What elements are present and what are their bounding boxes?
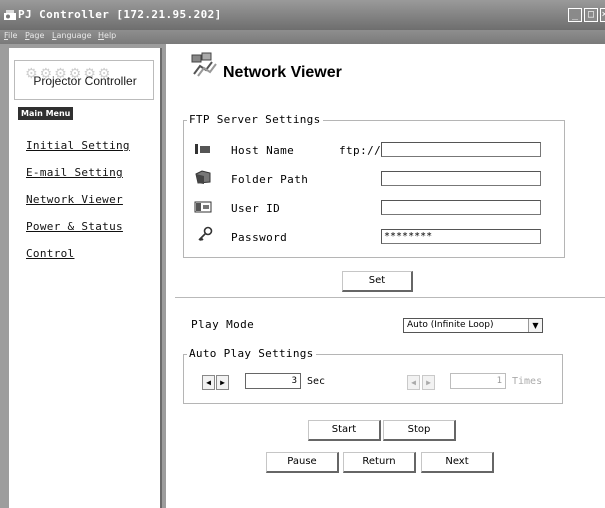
ftp-server-settings-legend: FTP Server Settings <box>187 113 323 126</box>
auto-play-settings-group <box>183 354 563 404</box>
times-increase-icon[interactable]: ▶ <box>422 375 435 390</box>
network-viewer-icon <box>191 52 217 77</box>
return-button[interactable]: Return <box>343 452 416 473</box>
password-label: Password <box>231 231 288 244</box>
user-id-label: User ID <box>231 202 281 215</box>
interval-increase-icon[interactable]: ▶ <box>216 375 229 390</box>
start-button[interactable]: Start <box>308 420 381 441</box>
folder-icon <box>195 170 211 184</box>
key-icon <box>198 226 213 242</box>
play-mode-label: Play Mode <box>191 318 255 331</box>
pause-button[interactable]: Pause <box>266 452 339 473</box>
menu-language[interactable]: Language <box>52 31 92 40</box>
times-decrease-icon[interactable]: ◀ <box>407 375 420 390</box>
user-id-input[interactable] <box>381 200 541 215</box>
window-title: PJ Controller [172.21.95.202] <box>18 8 222 21</box>
auto-play-settings-legend: Auto Play Settings <box>187 347 316 360</box>
user-id-icon <box>194 201 212 213</box>
sidebar: ⚙⚙⚙⚙⚙⚙ Projector Controller Main Menu In… <box>9 48 162 508</box>
section-divider <box>175 297 605 298</box>
menu-bar: File Page Language Help <box>0 30 605 44</box>
host-icon <box>195 144 210 154</box>
set-button[interactable]: Set <box>342 271 413 292</box>
sidebar-item-network-viewer[interactable]: Network Viewer <box>26 193 123 206</box>
menu-file[interactable]: File <box>4 31 17 40</box>
logo-text: Projector Controller <box>33 74 137 88</box>
chevron-down-icon[interactable]: ▼ <box>528 319 542 332</box>
sidebar-item-control[interactable]: Control <box>26 247 74 260</box>
times-unit-label: Times <box>512 376 543 387</box>
folder-path-label: Folder Path <box>231 173 309 186</box>
menu-help[interactable]: Help <box>98 31 116 40</box>
minimize-icon[interactable]: _ <box>568 8 582 22</box>
times-count-input[interactable]: 1 <box>450 373 506 389</box>
stop-button[interactable]: Stop <box>383 420 456 441</box>
host-name-label: Host Name <box>231 144 295 157</box>
play-mode-value: Auto (Infinite Loop) <box>407 320 494 330</box>
seconds-unit-label: Sec <box>307 376 326 387</box>
page-title: Network Viewer <box>223 64 342 81</box>
sidebar-item-initial-setting[interactable]: Initial Setting <box>26 139 130 152</box>
password-input[interactable]: ******** <box>381 229 541 244</box>
title-bar: PJ Controller [172.21.95.202] _ □ × <box>0 0 605 30</box>
host-name-input[interactable] <box>381 142 541 157</box>
projector-app-icon <box>4 10 16 20</box>
main-menu-badge: Main Menu <box>18 107 74 120</box>
close-icon[interactable]: × <box>600 8 605 22</box>
folder-path-input[interactable] <box>381 171 541 186</box>
projector-controller-logo: ⚙⚙⚙⚙⚙⚙ Projector Controller <box>14 60 154 100</box>
play-mode-select[interactable]: Auto (Infinite Loop) ▼ <box>403 318 543 333</box>
sidebar-item-email-setting[interactable]: E-mail Setting <box>26 166 123 179</box>
next-button[interactable]: Next <box>421 452 494 473</box>
ftp-prefix-label: ftp:// <box>339 144 382 157</box>
interval-decrease-icon[interactable]: ◀ <box>202 375 215 390</box>
interval-seconds-input[interactable]: 3 <box>245 373 301 389</box>
maximize-icon[interactable]: □ <box>584 8 598 22</box>
menu-page[interactable]: Page <box>25 31 44 40</box>
sidebar-item-power-status[interactable]: Power & Status <box>26 220 123 233</box>
